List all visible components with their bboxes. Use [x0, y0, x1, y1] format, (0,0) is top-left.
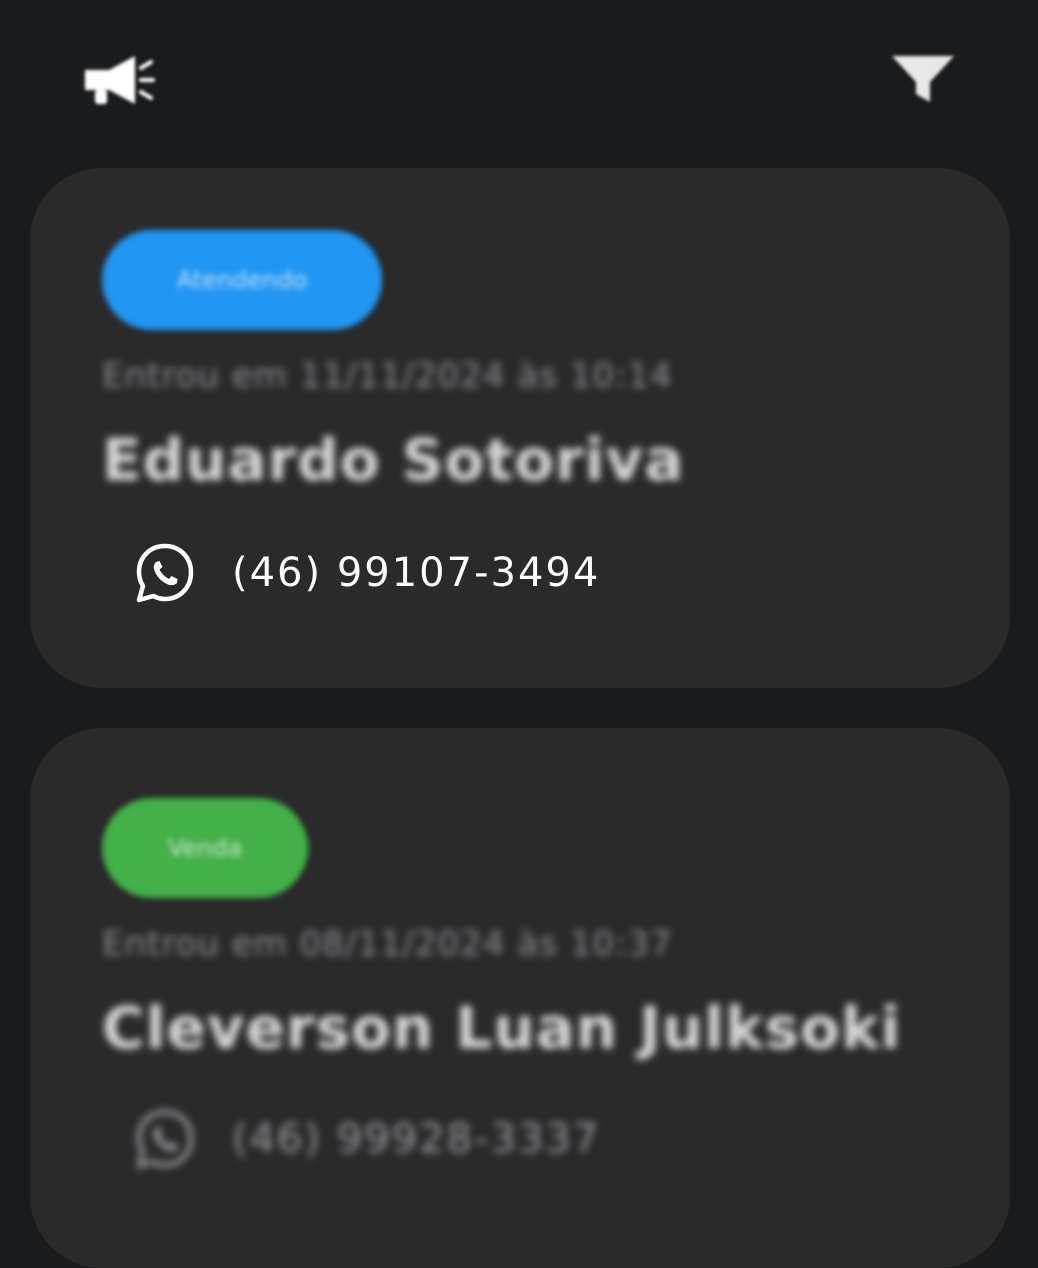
megaphone-icon[interactable] — [72, 40, 162, 120]
status-badge: Venda — [102, 798, 308, 898]
whatsapp-icon — [136, 543, 194, 603]
status-badge: Atendendo — [102, 230, 382, 330]
phone-row[interactable]: (46) 99107-3494 — [134, 538, 600, 608]
phone-row[interactable]: (46) 99928-3337 — [134, 1104, 600, 1174]
phone-number[interactable]: (46) 99107-3494 — [232, 550, 600, 596]
filter-icon[interactable] — [880, 40, 966, 116]
whatsapp-icon — [136, 1109, 194, 1169]
lead-name: Cleverson Luan Julksoki — [102, 994, 902, 1062]
entry-date: Entrou em 08/11/2024 às 10:37 — [102, 924, 673, 964]
lead-card[interactable]: Atendendo Entrou em 11/11/2024 às 10:14 … — [30, 168, 1010, 688]
lead-card[interactable]: Venda Entrou em 08/11/2024 às 10:37 Clev… — [30, 728, 1010, 1268]
phone-number[interactable]: (46) 99928-3337 — [232, 1116, 600, 1162]
top-bar — [0, 0, 1038, 150]
lead-name: Eduardo Sotoriva — [102, 426, 685, 494]
entry-date: Entrou em 11/11/2024 às 10:14 — [102, 356, 673, 396]
